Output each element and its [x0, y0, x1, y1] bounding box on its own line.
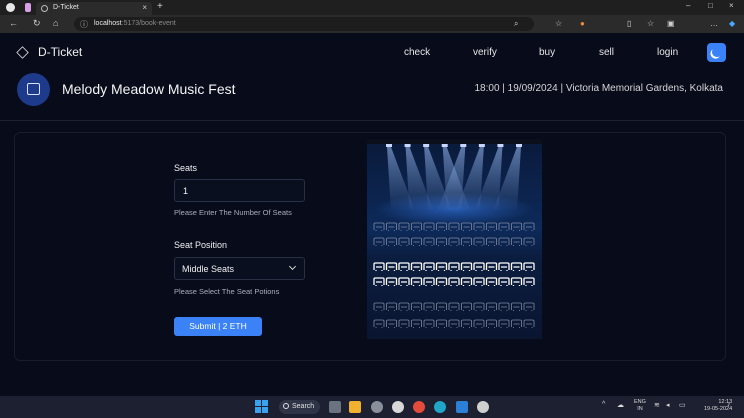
spotlight-lamp [516, 144, 522, 147]
profile-icon[interactable] [6, 3, 15, 12]
spotlight-lamp [478, 144, 485, 147]
new-tab-icon[interactable]: + [157, 1, 163, 12]
search-label: Search [292, 403, 315, 410]
spotlight-lamp [404, 144, 411, 147]
moon-icon [711, 46, 724, 59]
nav-check[interactable]: check [404, 47, 430, 58]
nav-verify[interactable]: verify [473, 47, 497, 58]
cube-icon [16, 46, 29, 59]
spotlight-lamp [441, 144, 448, 147]
submit-button[interactable]: Submit | 2 ETH [174, 317, 262, 336]
nav-login[interactable]: login [657, 47, 678, 58]
seats-value: 1 [183, 186, 189, 196]
search-icon [283, 403, 289, 409]
header-divider [0, 120, 744, 121]
windows-taskbar: Search ^ ☁ ENG IN ≋ ◂ ▭ 12:13 19-05-2024… [0, 396, 744, 418]
github-icon[interactable] [392, 401, 404, 413]
input-language[interactable]: ENG IN [634, 399, 646, 413]
seats-hint: Please Enter The Number Of Seats [174, 208, 292, 217]
theme-toggle-button[interactable] [707, 43, 726, 62]
battery-icon[interactable]: ▭ [679, 401, 686, 409]
favorites-icon[interactable]: ☆ [647, 19, 654, 28]
submit-label: Submit | 2 ETH [189, 321, 247, 331]
event-meta: 18:00 | 19/09/2024 | Victoria Memorial G… [474, 83, 724, 94]
split-screen-icon[interactable]: ▯ [627, 19, 631, 28]
tray-chevron-icon[interactable]: ^ [602, 401, 605, 408]
spotlight-lamp [497, 144, 504, 147]
seat-position-value: Middle Seats [182, 264, 235, 274]
nav-sell[interactable]: sell [599, 47, 614, 58]
copilot-icon[interactable]: ◆ [729, 19, 735, 28]
browser-toolbar: ← ↻ ⌂ ⓘ localhost:5173/book-event ⌕ ☆ ● … [0, 15, 744, 33]
cloud-icon[interactable]: ☁ [617, 401, 624, 409]
position-label: Seat Position [174, 240, 228, 250]
close-window-icon[interactable]: × [729, 1, 734, 10]
task-view-icon[interactable] [329, 401, 341, 413]
brand-name[interactable]: D-Ticket [38, 45, 82, 59]
chevron-down-icon [288, 262, 297, 271]
menu-icon[interactable]: … [710, 19, 718, 28]
volume-icon[interactable]: ◂ [666, 401, 670, 409]
minimize-icon[interactable]: – [686, 1, 690, 10]
wifi-icon[interactable]: ≋ [654, 401, 660, 409]
tab-close-icon[interactable]: × [142, 3, 147, 12]
refresh-icon[interactable]: ↻ [33, 18, 41, 29]
chrome-icon[interactable] [413, 401, 425, 413]
seat-position-select[interactable]: Middle Seats [174, 257, 305, 280]
windows-start-icon[interactable] [255, 400, 268, 413]
seats-label: Seats [174, 163, 198, 173]
tab-favicon-icon [41, 5, 48, 12]
browser-tabstrip: D-Ticket × + – □ × [0, 0, 744, 15]
nav-buy[interactable]: buy [539, 47, 555, 58]
spotlight-lamp [460, 144, 467, 147]
site-info-icon[interactable]: ⓘ [80, 19, 88, 30]
settings-icon[interactable] [371, 401, 383, 413]
notification-icon[interactable]: ♪ [727, 401, 731, 408]
back-icon[interactable]: ← [9, 18, 18, 28]
seats-input[interactable]: 1 [174, 179, 305, 202]
app-icon[interactable] [477, 401, 489, 413]
zoom-icon[interactable]: ⌕ [514, 19, 518, 29]
url-text: localhost:5173/book-event [94, 20, 176, 27]
image-icon [27, 83, 40, 95]
app-root: D-Ticket check verify buy sell login Mel… [0, 33, 744, 396]
spotlight-lamp [423, 144, 430, 147]
workspaces-icon[interactable] [25, 3, 31, 12]
file-explorer-icon[interactable] [349, 401, 361, 413]
position-hint: Please Select The Seat Potions [174, 287, 280, 296]
edge-icon[interactable] [434, 401, 446, 413]
spotlight-lamp [386, 144, 392, 147]
extension-icon[interactable]: ● [580, 19, 585, 28]
taskbar-search[interactable]: Search [279, 400, 320, 414]
event-avatar [17, 73, 50, 106]
address-bar[interactable]: ⓘ localhost:5173/book-event [74, 17, 534, 31]
favorite-star-icon[interactable]: ☆ [555, 19, 562, 28]
theater-illustration [367, 139, 542, 339]
collections-icon[interactable]: ▣ [667, 19, 675, 28]
event-title: Melody Meadow Music Fest [62, 81, 236, 97]
vscode-icon[interactable] [456, 401, 468, 413]
tab-title: D-Ticket [53, 4, 79, 11]
home-icon[interactable]: ⌂ [53, 18, 58, 28]
maximize-icon[interactable]: □ [708, 1, 713, 10]
browser-tab[interactable]: D-Ticket × [36, 2, 152, 15]
